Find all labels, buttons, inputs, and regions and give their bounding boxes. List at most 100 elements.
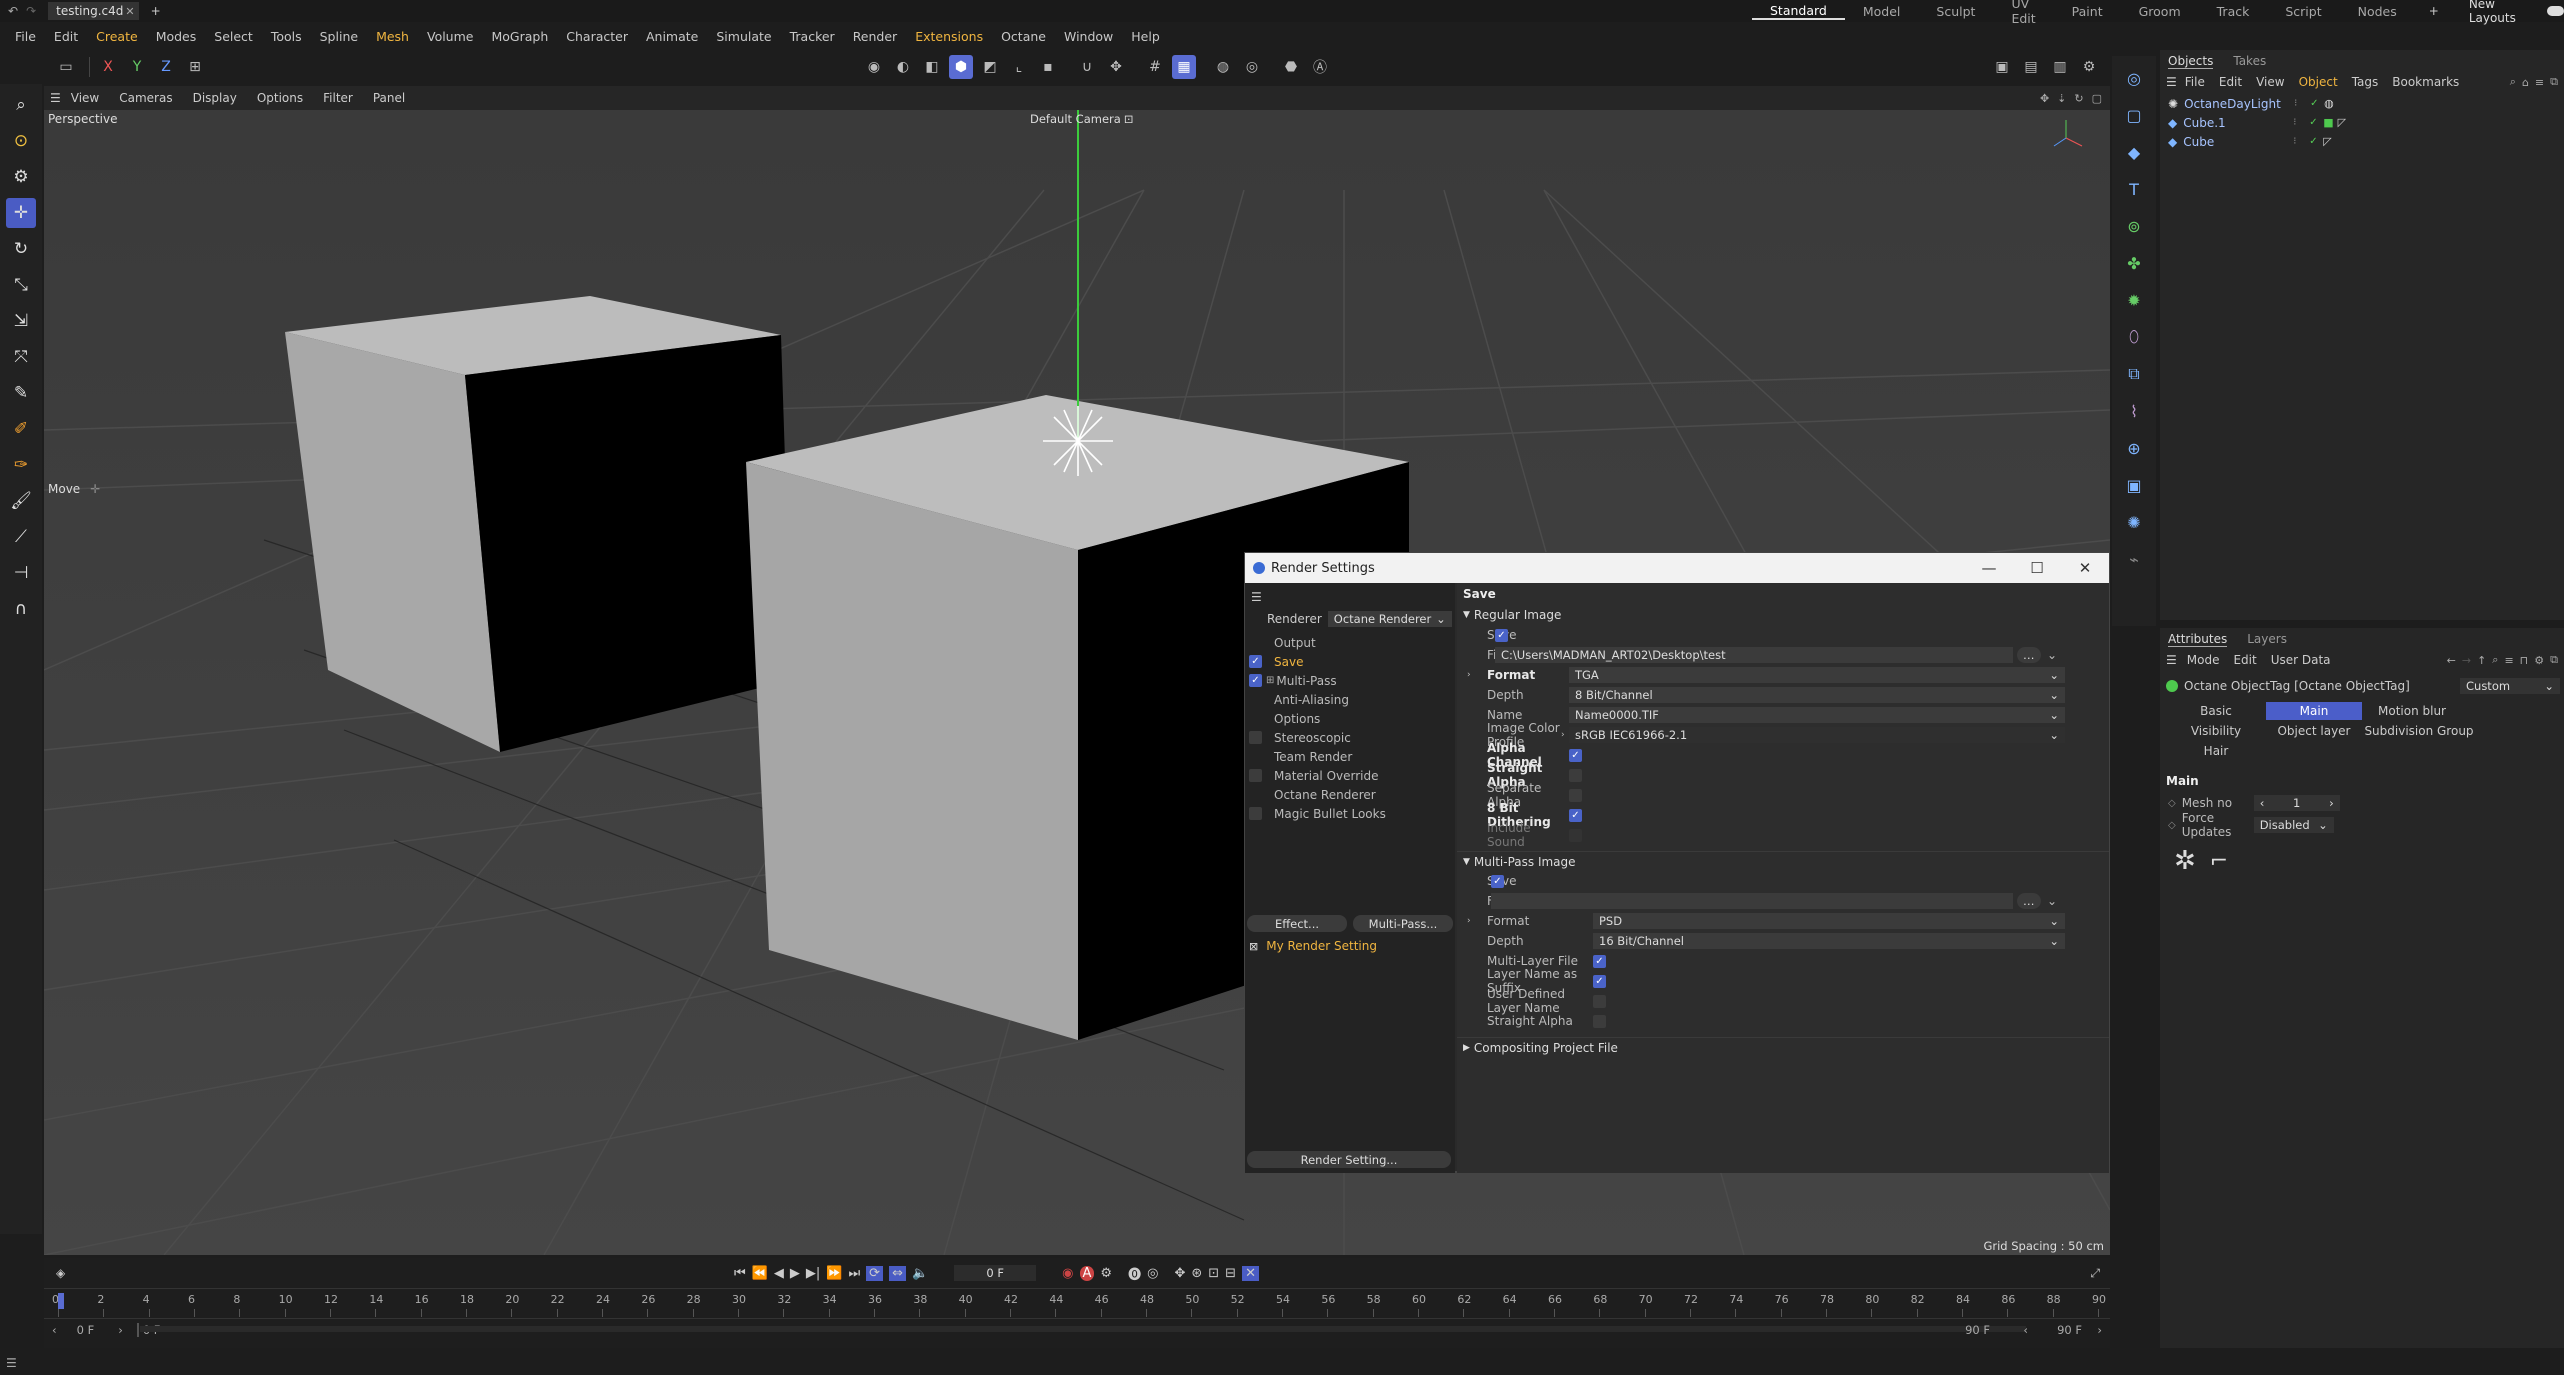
magic-bullet-looks-checkbox[interactable] — [1249, 807, 1262, 820]
attr-menu-user-data[interactable]: User Data — [2271, 653, 2331, 667]
layout-tab-paint[interactable]: Paint — [2054, 4, 2121, 19]
viewport-menu-filter[interactable]: Filter — [323, 91, 353, 105]
attr-settings-icon[interactable]: ⚙ — [2534, 654, 2544, 667]
menu-simulate[interactable]: Simulate — [707, 29, 780, 44]
include-sound-checkbox[interactable] — [1569, 828, 1582, 842]
viewport-menu-cameras[interactable]: Cameras — [119, 91, 172, 105]
back-arrow-icon[interactable]: ← — [2447, 654, 2456, 667]
menu-spline[interactable]: Spline — [311, 29, 367, 44]
octane-icon[interactable]: ⬣ — [1279, 55, 1303, 79]
objects-search-icon[interactable]: ⌕ — [2510, 75, 2516, 89]
status-menu-icon[interactable]: ☰ — [6, 1356, 17, 1370]
field-icon[interactable]: ⧉ — [2119, 359, 2149, 389]
scene-camera-icon[interactable]: ▣ — [2119, 470, 2149, 500]
lock-icon[interactable]: ⊓ — [2520, 654, 2529, 667]
object-row-cube-1[interactable]: ◆ Cube.1 ⁝ ✓ ■ ◸ — [2168, 113, 2564, 132]
object-row-octanedaylight[interactable]: ✺ OctaneDayLight ⁝ ✓ ◍ — [2168, 94, 2564, 113]
render-setting-name[interactable]: My Render Setting — [1266, 939, 1377, 953]
render-tree-stereoscopic[interactable]: Stereoscopic — [1245, 728, 1455, 747]
dithering-checkbox[interactable]: ✓ — [1569, 808, 1582, 822]
effect-button[interactable]: Effect... — [1247, 915, 1347, 932]
settings-icon[interactable]: ⚙ — [2077, 55, 2101, 79]
sound-icon[interactable]: 🔈 — [912, 1266, 928, 1281]
octane-link-icon[interactable]: ⌐ — [2210, 849, 2228, 874]
menu-octane[interactable]: Octane — [992, 29, 1055, 44]
dialog-title-bar[interactable]: Render Settings — ☐ ✕ — [1245, 553, 2109, 583]
current-frame-field[interactable]: 0 F — [954, 1265, 1037, 1281]
depth-dropdown[interactable]: 8 Bit/Channel ⌄ — [1569, 687, 2065, 703]
tab-attributes[interactable]: Attributes — [2168, 632, 2228, 647]
key-position-icon[interactable]: ⓿ — [1128, 1264, 1141, 1283]
view-rotate-icon[interactable]: ↻ — [2074, 92, 2083, 105]
key-scale-icon[interactable]: ◎ — [1147, 1266, 1158, 1281]
layout-tab-script[interactable]: Script — [2267, 4, 2339, 19]
menu-modes[interactable]: Modes — [147, 29, 206, 44]
model-mode-icon[interactable]: ⬢ — [949, 55, 973, 79]
goto-start-icon[interactable]: ⏮ — [734, 1266, 746, 1281]
attr-filter-icon[interactable]: ≡ — [2504, 654, 2513, 667]
axis-x-button[interactable]: X — [96, 55, 120, 79]
save-checkbox[interactable]: ✓ — [1249, 655, 1262, 668]
render-tree-save[interactable]: ✓ Save — [1245, 652, 1455, 671]
render-view-icon[interactable]: ◎ — [1240, 55, 1264, 79]
axis-mode-icon[interactable]: ⌞ — [1007, 55, 1031, 79]
start-frame-field[interactable]: 0 F — [77, 1323, 95, 1337]
layout-tab-groom[interactable]: Groom — [2121, 4, 2199, 19]
timeline-expand-icon[interactable]: ⤢ — [2090, 1266, 2100, 1281]
select-icon[interactable]: ⊙ — [6, 126, 36, 156]
new-layouts-button[interactable]: New Layouts — [2469, 0, 2533, 25]
loop-icon[interactable]: ⟳ — [866, 1265, 884, 1281]
menu-character[interactable]: Character — [557, 29, 637, 44]
menu-mesh[interactable]: Mesh — [367, 29, 418, 44]
spline-sketch-icon[interactable]: ✐ — [6, 414, 36, 444]
brush-icon[interactable]: 🖌 — [6, 486, 36, 516]
light-object-icon[interactable]: ✺ — [2119, 507, 2149, 537]
increment-icon[interactable]: › — [2329, 796, 2334, 810]
straight-alpha-checkbox[interactable] — [1569, 768, 1582, 782]
material-override-checkbox[interactable] — [1249, 769, 1262, 782]
octane-live-icon[interactable]: Ⓐ — [1308, 55, 1332, 79]
close-icon[interactable]: ✕ — [2061, 559, 2109, 577]
playhead[interactable] — [58, 1293, 64, 1309]
tab-hair[interactable]: Hair — [2168, 742, 2264, 760]
name-dropdown[interactable]: Name0000.TIF ⌄ — [1569, 707, 2065, 723]
color-profile-dropdown[interactable]: sRGB IEC61966-2.1 ⌄ — [1569, 727, 2065, 743]
attr-menu-mode[interactable]: Mode — [2187, 653, 2220, 667]
tab-basic[interactable]: Basic — [2168, 702, 2264, 720]
objects-filter-icon[interactable]: ≡ — [2535, 76, 2544, 89]
attribute-manager-icon[interactable]: ◎ — [2119, 63, 2149, 93]
separate-alpha-checkbox[interactable] — [1569, 788, 1582, 802]
timeline-mode-icon[interactable]: ✕ — [1242, 1265, 1259, 1281]
dialog-menu-icon[interactable]: ☰ — [1251, 590, 1262, 604]
viewport-menu-options[interactable]: Options — [257, 91, 303, 105]
spline-pen-icon[interactable]: ✎ — [6, 378, 36, 408]
prev-key-icon[interactable]: ⏪ — [752, 1266, 768, 1281]
alpha-channel-checkbox[interactable]: ✓ — [1569, 748, 1582, 762]
menu-animate[interactable]: Animate — [637, 29, 707, 44]
key-settings-icon[interactable]: ⚙ — [1100, 1266, 1112, 1281]
axis-y-button[interactable]: Y — [125, 55, 149, 79]
mp-straight-alpha-checkbox[interactable] — [1593, 1014, 1606, 1028]
multipass-button[interactable]: Multi-Pass... — [1353, 915, 1453, 932]
section-compositing[interactable]: ▶ Compositing Project File — [1457, 1037, 2109, 1057]
key-param-icon[interactable]: ⊛ — [1191, 1266, 1202, 1281]
frame-ruler[interactable]: 0 2 4 6 8 10 12 14 16 18 20 22 24 26 28 30 32 34 36 38 40 42 4… — [44, 1288, 2110, 1318]
camera-label[interactable]: Default Camera ⊡ — [1030, 112, 1133, 126]
play-icon[interactable]: ▶ — [790, 1266, 800, 1281]
mp-depth-dropdown[interactable]: 16 Bit/Channel ⌄ — [1593, 933, 2065, 949]
menu-mograph[interactable]: MoGraph — [482, 29, 557, 44]
edit-render-settings-icon[interactable]: ▥ — [2048, 55, 2072, 79]
layout-tab-sculpt[interactable]: Sculpt — [1918, 4, 1993, 19]
expand-right-icon[interactable]: › — [1467, 916, 1471, 926]
stereoscopic-checkbox[interactable] — [1249, 731, 1262, 744]
workplane-icon[interactable]: ▦ — [1172, 55, 1196, 79]
start-right-arrow[interactable]: › — [118, 1323, 123, 1337]
viewport-menu-panel[interactable]: Panel — [373, 91, 405, 105]
keyframe-diamond-icon[interactable]: ◇ — [2168, 820, 2176, 831]
menu-file[interactable]: File — [6, 29, 45, 44]
expand-plus-icon[interactable]: ⊞ — [1266, 675, 1274, 686]
next-key-icon[interactable]: ⏩ — [826, 1266, 842, 1281]
minimize-icon[interactable]: — — [1965, 559, 2013, 577]
scale-handles-icon[interactable]: ⤧ — [6, 342, 36, 372]
octane-help-icon[interactable]: ✲ — [2174, 846, 2196, 876]
